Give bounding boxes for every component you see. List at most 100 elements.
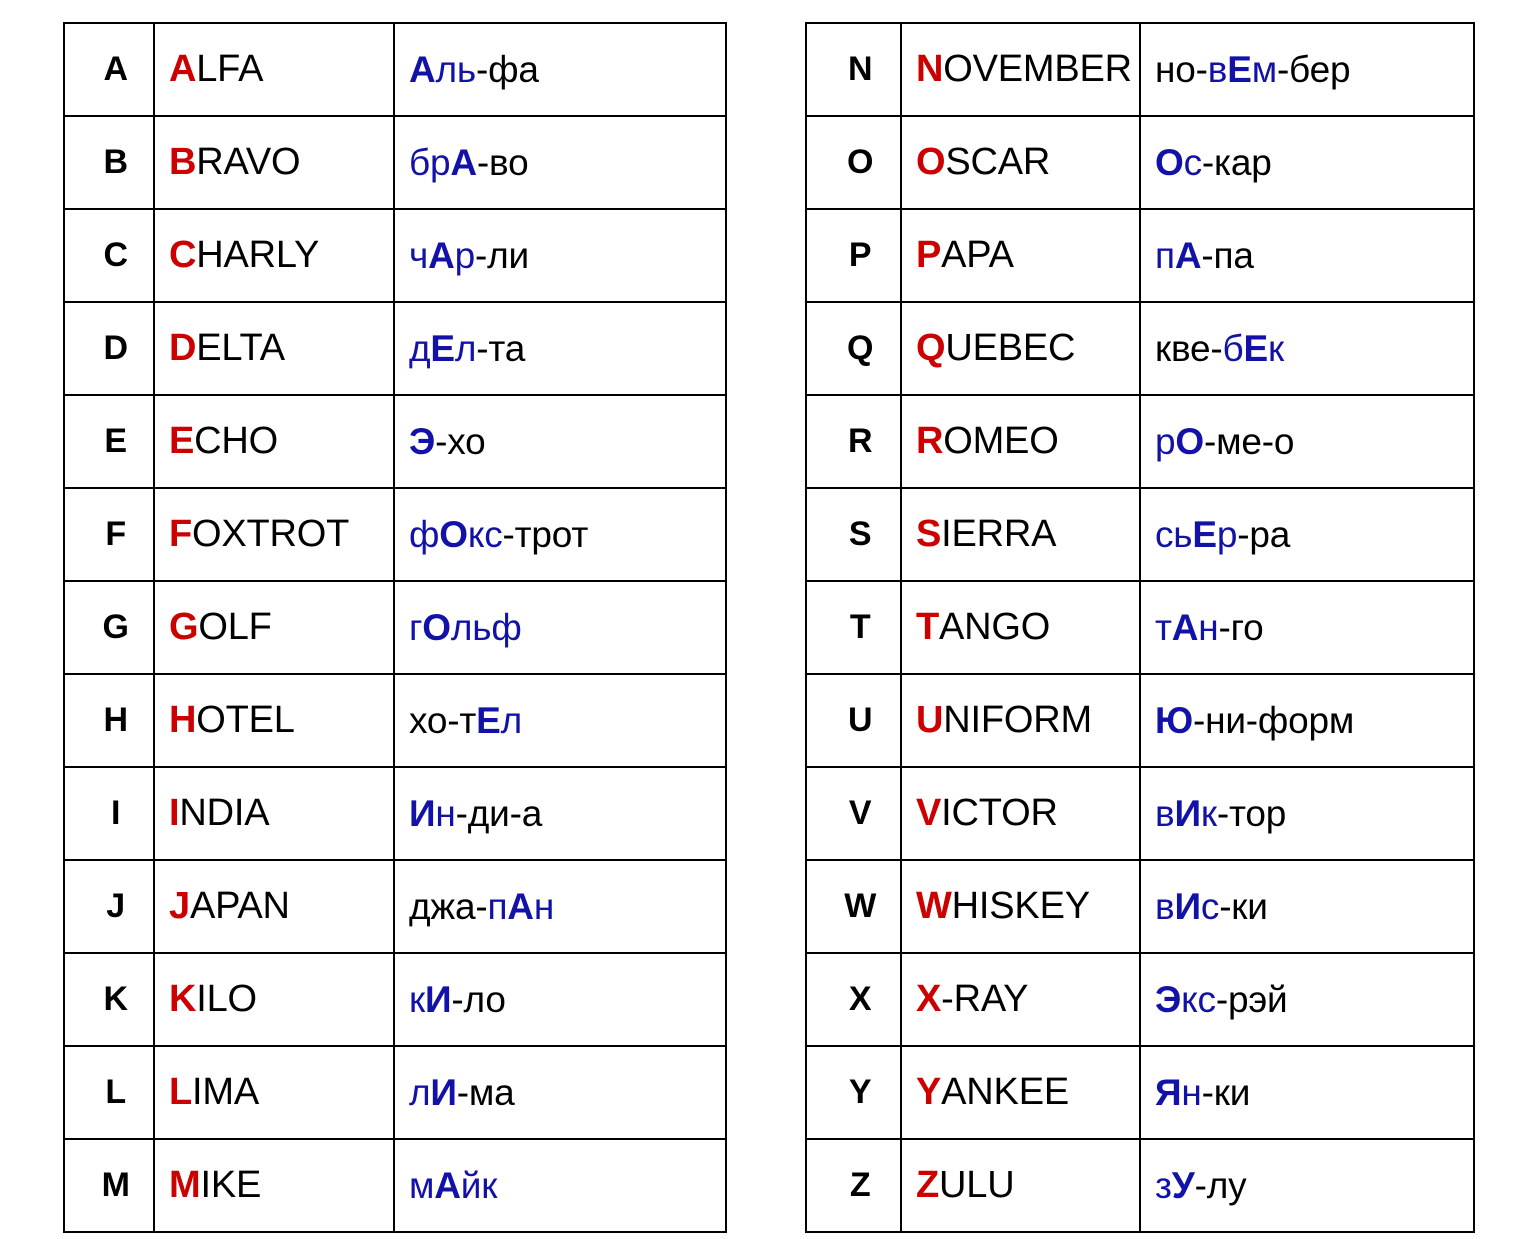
pronunciation-prefix: кве- [1155,327,1223,369]
stressed-coda: н [1198,606,1219,648]
letter-cell-e: E [63,394,155,489]
table-row: T TANGO тАн-го [805,580,1475,675]
letter-cell-k: K [63,952,155,1047]
stressed-onset: т [1155,606,1172,648]
pronunciation-stressed-syllable: вИс [1155,886,1219,927]
stressed-vowel: Е [476,699,501,741]
stressed-coda: йк [460,1164,498,1206]
pronunciation-stressed-syllable: Экс [1155,979,1216,1020]
codeword-initial: B [169,141,197,183]
table-row: Q QUEBEC кве-бЕк [805,301,1475,396]
stressed-coda: р [454,234,476,276]
codeword-remainder: IKE [200,1164,262,1206]
pronunciation-stressed-syllable: вЕм [1208,49,1277,90]
codeword-initial: S [916,513,942,555]
codeword-cell-b: BRAVO [153,115,395,210]
codeword-remainder: ULU [939,1164,1015,1206]
letter-cell-m: M [63,1138,155,1233]
pronunciation-stressed-syllable: Аль [409,49,476,90]
letter-cell-v: V [805,766,902,861]
codeword-initial: H [169,699,197,741]
stressed-onset: п [1155,234,1175,276]
pronunciation-cell-a: Аль-фа [393,22,727,117]
stressed-onset: бр [409,141,451,183]
pronunciation-suffix: -рэй [1215,978,1288,1020]
pronunciation-stressed-syllable: кИ [409,979,452,1020]
stressed-vowel: А [1174,234,1202,276]
codeword-initial: K [169,978,197,1020]
pronunciation-cell-j: джа-пАн [393,859,727,954]
table-row: R ROMEO рО-ме-о [805,394,1475,489]
codeword-initial: J [169,885,190,927]
codeword-cell-v: VICTOR [900,766,1141,861]
stressed-coda: р [1216,513,1238,555]
codeword-remainder: -RAY [941,978,1029,1020]
pronunciation-stressed-syllable: Э [409,421,435,462]
pronunciation-cell-o: Ос-кар [1139,115,1475,210]
pronunciation-stressed-syllable: рО [1155,421,1204,462]
letter-cell-n: N [805,22,902,117]
pronunciation-suffix: -ра [1237,513,1291,555]
letter-cell-x: X [805,952,902,1047]
codeword-remainder: ANKEE [941,1071,1069,1113]
codeword-initial: N [916,48,944,90]
codeword-cell-u: UNIFORM [900,673,1141,768]
stressed-onset: в [1155,792,1175,834]
pronunciation-stressed-syllable: мАйк [409,1165,497,1206]
codeword-remainder: ILO [196,978,257,1020]
pronunciation-stressed-syllable: фОкс [409,514,503,555]
stressed-coda: кс [1181,978,1216,1020]
table-row: D DELTA дЕл-та [63,301,727,396]
codeword-remainder: ANGO [939,606,1051,648]
table-row: E ECHO Э-хо [63,394,727,489]
letter-cell-i: I [63,766,155,861]
pronunciation-stressed-syllable: пАн [487,886,554,927]
pronunciation-suffix: -фа [476,48,539,90]
codeword-cell-g: GOLF [153,580,395,675]
codeword-initial: U [916,699,944,741]
codeword-remainder: NIFORM [943,699,1092,741]
pronunciation-stressed-syllable: зУ [1155,1165,1195,1206]
codeword-remainder: OLF [198,606,272,648]
stressed-vowel: Я [1155,1071,1182,1113]
table-row: C CHARLY чАр-ли [63,208,727,303]
stressed-vowel: Е [1243,327,1269,369]
codeword-remainder: ICTOR [941,792,1058,834]
table-row: U UNIFORM Ю-ни-форм [805,673,1475,768]
stressed-vowel: О [422,606,451,648]
stressed-vowel: Е [430,327,455,369]
pronunciation-suffix: -ли [475,234,529,276]
codeword-cell-s: SIERRA [900,487,1141,582]
pronunciation-cell-x: Экс-рэй [1139,952,1475,1047]
table-row: B BRAVO брА-во [63,115,727,210]
pronunciation-stressed-syllable: сьЕр [1155,514,1237,555]
pronunciation-cell-t: тАн-го [1139,580,1475,675]
stressed-vowel: И [1174,792,1201,834]
pronunciation-cell-h: хо-тЕл [393,673,727,768]
codeword-cell-l: LIMA [153,1045,395,1140]
stressed-coda: с [1200,885,1220,927]
table-row: N NOVEMBER но-вЕм-бер [805,22,1475,117]
pronunciation-cell-m: мАйк [393,1138,727,1233]
table-row: V VICTOR вИк-тор [805,766,1475,861]
codeword-remainder: ELTA [196,327,285,369]
pronunciation-cell-k: кИ-ло [393,952,727,1047]
pronunciation-suffix: -па [1201,234,1254,276]
codeword-cell-d: DELTA [153,301,395,396]
table-row: H HOTEL хо-тЕл [63,673,727,768]
pronunciation-suffix: -та [476,327,526,369]
pronunciation-cell-c: чАр-ли [393,208,727,303]
pronunciation-stressed-syllable: Ел [476,700,522,741]
stressed-onset: п [487,885,508,927]
codeword-initial: Z [916,1164,940,1206]
stressed-coda: л [500,699,523,741]
stressed-vowel: Ю [1155,699,1193,741]
letter-cell-z: Z [805,1138,902,1233]
pronunciation-suffix: -ме-о [1203,420,1295,462]
letter-cell-o: O [805,115,902,210]
stressed-onset: з [1155,1164,1172,1206]
letter-cell-g: G [63,580,155,675]
table-row: A ALFA Аль-фа [63,22,727,117]
codeword-initial: P [916,234,942,276]
codeword-cell-q: QUEBEC [900,301,1141,396]
